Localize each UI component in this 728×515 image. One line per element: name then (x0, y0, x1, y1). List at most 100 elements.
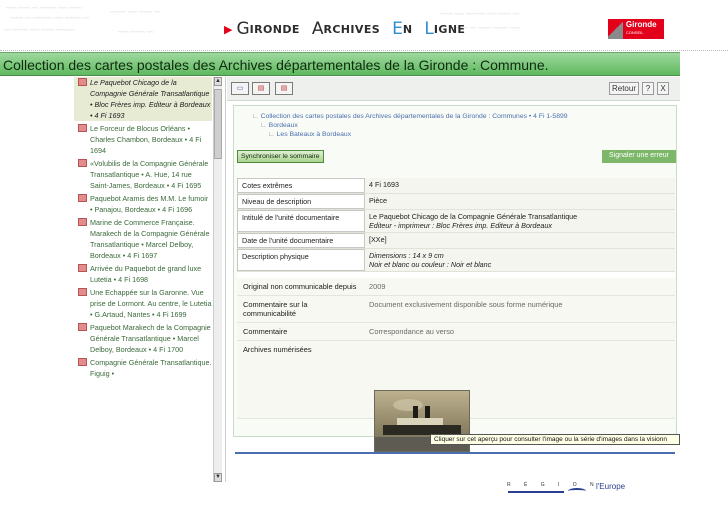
field-label: Cotes extrêmes (237, 178, 365, 193)
export-pdf-icon[interactable]: ▤ (275, 82, 293, 95)
content-divider (235, 452, 675, 454)
page-title: Collection des cartes postales des Archi… (3, 57, 549, 73)
tree-item-label: Marine de Commerce Française. Marakech d… (90, 218, 210, 260)
field-label: Niveau de description (237, 194, 365, 209)
page-title-bar: Collection des cartes postales des Archi… (0, 52, 680, 76)
field-label: Archives numérisées (243, 345, 312, 354)
field-value: Le Paquebot Chicago de la Compagnie Géné… (369, 212, 578, 230)
title-initial: A (311, 19, 324, 39)
decorative-script: ~~~ ~~~~ ~~ ~~~~~ ~~~ ~~~~ (6, 6, 82, 12)
tree-item[interactable]: Compagnie Générale Transatlantique. Figu… (74, 357, 212, 379)
tree-item[interactable]: Paquebot Marakech de la Compagnie Généra… (74, 322, 212, 355)
decorative-script: ~~~ ~~~~~ ~~ (118, 30, 154, 36)
breadcrumb-level[interactable]: ∟ Bordeaux (244, 121, 674, 130)
tree-item[interactable]: Une Echappée sur la Garonne. Vue prise d… (74, 287, 212, 320)
tree-item-label: Le Paquebot Chicago de la Compagnie Géné… (90, 78, 211, 120)
tree-item-label: «Volubilis de la Compagnie Générale Tran… (90, 159, 209, 190)
decorative-script: ~~ ~~~~~ ~~~ ~~~~ ~~~~~~ (4, 28, 75, 34)
tree-list: Le Paquebot Chicago de la Compagnie Géné… (74, 77, 212, 381)
tree-item-label: Le Forceur de Blocus Orléans • Charles C… (90, 124, 202, 155)
scroll-up-arrow-icon[interactable]: ▲ (214, 77, 222, 86)
description-table: Cotes extrêmes 4 Fi 1693 Niveau de descr… (237, 178, 675, 419)
print-pdf-icon[interactable]: ▤ (252, 82, 270, 95)
site-banner: ~~~ ~~~~ ~~ ~~~~~ ~~~ ~~~~ ~~~~ ~~ ~~~~~… (0, 0, 728, 52)
tree-item[interactable]: Marine de Commerce Française. Marakech d… (74, 217, 212, 261)
field-label: Original non communicable depuis (243, 282, 357, 291)
play-arrow-icon: ▶ (224, 22, 233, 36)
europe-logo-text: l'Europe (596, 482, 626, 491)
gironde-flag-icon (608, 19, 623, 39)
scroll-down-arrow-icon[interactable]: ▼ (214, 473, 222, 482)
scroll-thumb[interactable] (214, 89, 222, 159)
postcard-icon (78, 288, 87, 296)
tree-item-label: Une Echappée sur la Garonne. Vue prise d… (90, 288, 212, 319)
postcard-icon (78, 264, 87, 272)
tree-item-label: Paquebot Marakech de la Compagnie Généra… (90, 323, 211, 354)
tree-item-label: Arrivée du Paquebot de grand luxe Luteti… (90, 264, 202, 284)
tree-item[interactable]: Arrivée du Paquebot de grand luxe Luteti… (74, 263, 212, 285)
tree-item[interactable]: Le Forceur de Blocus Orléans • Charles C… (74, 123, 212, 156)
help-button[interactable]: ? (642, 82, 654, 95)
table-row: Commentaire Correspondance au verso (237, 323, 675, 341)
tree-panel: Le Paquebot Chicago de la Compagnie Géné… (74, 77, 226, 482)
field-value: [XXe] (369, 235, 387, 244)
report-error-button[interactable]: Signaler une erreur (602, 150, 676, 163)
field-value: Document exclusivement disponible sous f… (369, 300, 563, 309)
gironde-logo[interactable]: Gironde CONSEIL GÉNÉRAL (608, 19, 664, 43)
field-value: Pièce (369, 196, 387, 205)
field-label: Commentaire sur la communicabilité (243, 300, 308, 318)
gironde-logo-text: Gironde CONSEIL GÉNÉRAL (622, 19, 664, 43)
field-label: Description physique (237, 249, 365, 271)
thumbnail-tooltip: Cliquer sur cet aperçu pour consulter l'… (430, 434, 680, 445)
thumbnail-smoke (393, 399, 423, 411)
table-row: Description physique Dimensions : 14 x 9… (237, 249, 675, 272)
decorative-script: ~~~~ ~~~ ~~~~~~ ~~~ ~~~~ ~~ (440, 12, 519, 18)
tree-item-label: Compagnie Générale Transatlantique. Figu… (90, 358, 212, 378)
breadcrumb-level[interactable]: ∟ Les Bateaux à Bordeaux (244, 130, 674, 139)
postcard-icon (78, 78, 87, 86)
tree-scrollbar[interactable]: ▲ ▼ (213, 77, 222, 482)
title-word: IGNE (433, 22, 466, 36)
close-button[interactable]: X (657, 82, 669, 95)
record-viewer: ▭ ▤ ▤ Retour ? X ∟ Collection des cartes … (227, 77, 680, 482)
tree-item[interactable]: «Volubilis de la Compagnie Générale Tran… (74, 158, 212, 191)
title-word: IRONDE (249, 22, 300, 36)
breadcrumb-level[interactable]: ∟ Collection des cartes postales des Arch… (244, 112, 674, 121)
field-value: Dimensions : 14 x 9 cm Noir et blanc ou … (369, 251, 492, 269)
title-initial: E (392, 19, 403, 39)
banner-divider (0, 50, 728, 51)
decorative-script: ~~~~~ ~~~ ~~~~ ~~ (110, 10, 160, 16)
breadcrumb: ∟ Collection des cartes postales des Arch… (244, 112, 674, 139)
postcard-icon (78, 358, 87, 366)
table-row: Cotes extrêmes 4 Fi 1693 (237, 178, 675, 194)
region-logo-text: R É G I O N (507, 482, 600, 488)
table-row: Date de l'unité documentaire [XXe] (237, 233, 675, 249)
table-row: Niveau de description Pièce (237, 194, 675, 210)
postcard-icon (78, 218, 87, 226)
tree-item[interactable]: Le Paquebot Chicago de la Compagnie Géné… (74, 77, 212, 121)
tree-item-label: Paquebot Aramis des M.M. Le fumoir • Pan… (90, 194, 209, 214)
decorative-script: ~~~~ ~~ ~~~~~~ ~~~ ~~~~~ ~~ (10, 16, 89, 22)
region-logo-bar (508, 491, 564, 493)
field-label: Date de l'unité documentaire (237, 233, 365, 248)
tree-item[interactable]: Paquebot Aramis des M.M. Le fumoir • Pan… (74, 193, 212, 215)
field-value: Correspondance au verso (369, 327, 455, 336)
banner-title[interactable]: ▶ G IRONDE A RCHIVES E N L IGNE (224, 19, 477, 39)
record-panel: ∟ Collection des cartes postales des Arch… (233, 105, 680, 452)
postcard-icon (78, 323, 87, 331)
sync-summary-button[interactable]: Synchroniser le sommaire (237, 150, 324, 163)
folder-icon[interactable]: ▭ (231, 82, 249, 95)
back-button[interactable]: Retour (609, 82, 639, 95)
field-label: Intitulé de l'unité documentaire (237, 210, 365, 232)
field-value: 2009 (369, 282, 386, 291)
postcard-icon (78, 194, 87, 202)
postcard-icon (78, 159, 87, 167)
table-row: Intitulé de l'unité documentaire Le Paqu… (237, 210, 675, 233)
title-initial: L (424, 19, 434, 39)
toolbar: ▭ ▤ ▤ Retour ? X (227, 77, 680, 101)
region-swoosh-icon (568, 488, 586, 494)
title-initial: G (236, 19, 250, 39)
footer-logos: R É G I O N l'Europe (0, 482, 728, 515)
postcard-icon (78, 124, 87, 132)
table-row: Commentaire sur la communicabilité Docum… (237, 296, 675, 323)
